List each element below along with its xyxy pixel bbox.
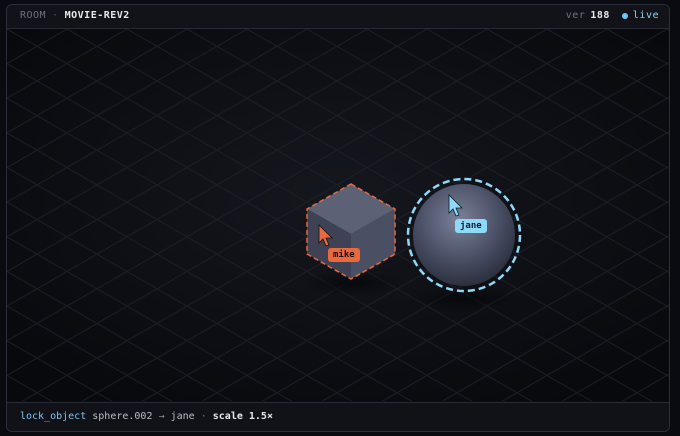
event-command: lock_object bbox=[20, 411, 87, 422]
event-object: sphere.002 bbox=[92, 411, 153, 422]
event-separator: · bbox=[200, 411, 207, 422]
3d-viewport[interactable]: mike jane bbox=[7, 29, 669, 401]
event-arrow: → bbox=[158, 411, 165, 422]
status-bar: lock_object sphere.002 → jane · scale 1.… bbox=[7, 402, 669, 431]
title-separator: · bbox=[52, 10, 59, 21]
room-label: ROOM bbox=[20, 10, 47, 21]
session-info: ver 188 live bbox=[566, 10, 659, 21]
live-indicator-icon bbox=[621, 12, 628, 19]
event-log: lock_object sphere.002 → jane · scale 1.… bbox=[20, 411, 273, 422]
mike-presence-tag: mike bbox=[328, 248, 360, 262]
sphere-shadow bbox=[408, 287, 520, 311]
title-bar: ROOM · MOVIE-REV2 ver 188 live bbox=[7, 5, 669, 29]
canvas-window: ROOM · MOVIE-REV2 ver 188 live mike jane… bbox=[6, 4, 670, 432]
event-user: jane bbox=[170, 411, 195, 422]
live-status: live bbox=[632, 10, 659, 21]
version-label: ver bbox=[565, 10, 586, 21]
version-value: 188 bbox=[590, 10, 610, 21]
room-name: MOVIE-REV2 bbox=[64, 10, 130, 21]
jane-presence-tag: jane bbox=[455, 219, 487, 233]
room-info: ROOM · MOVIE-REV2 bbox=[20, 10, 130, 21]
scene-canvas[interactable] bbox=[7, 29, 669, 401]
event-scale: scale 1.5× bbox=[212, 411, 273, 422]
